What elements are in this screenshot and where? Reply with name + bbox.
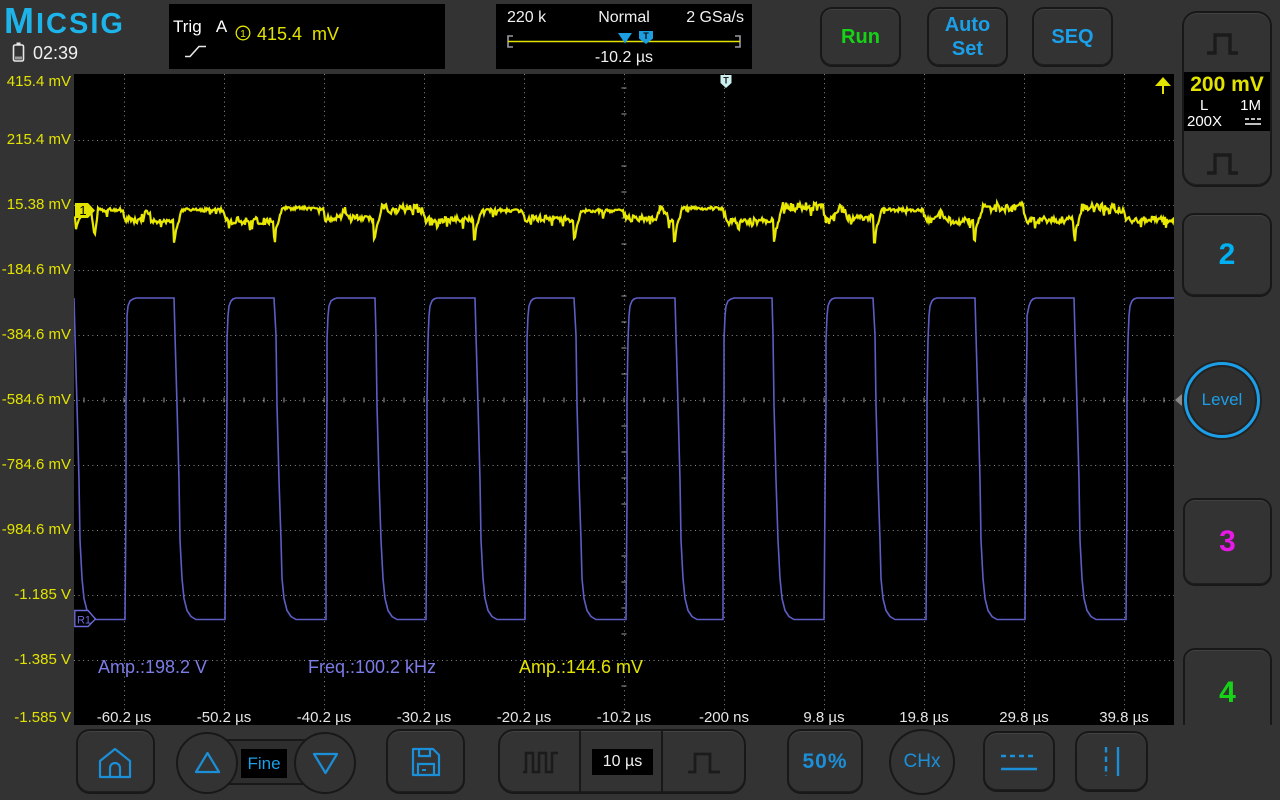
- svg-text:39.8 µs: 39.8 µs: [1099, 709, 1149, 725]
- svg-text:1: 1: [79, 203, 86, 218]
- svg-text:-50.2 µs: -50.2 µs: [197, 709, 252, 725]
- svg-text:Freq.:100.2 kHz: Freq.:100.2 kHz: [308, 657, 436, 677]
- svg-text:-20.2 µs: -20.2 µs: [497, 709, 552, 725]
- svg-text:Amp.:144.6 mV: Amp.:144.6 mV: [519, 657, 643, 677]
- svg-text:R1: R1: [77, 615, 91, 627]
- svg-text:9.8 µs: 9.8 µs: [803, 709, 844, 725]
- svg-text:T: T: [723, 76, 729, 86]
- svg-text:-200 ns: -200 ns: [699, 709, 749, 725]
- svg-text:-60.2 µs: -60.2 µs: [97, 709, 152, 725]
- svg-text:T: T: [643, 31, 649, 41]
- svg-text:29.8 µs: 29.8 µs: [999, 709, 1049, 725]
- svg-text:-40.2 µs: -40.2 µs: [297, 709, 352, 725]
- svg-text:19.8 µs: 19.8 µs: [899, 709, 949, 725]
- svg-text:1: 1: [240, 29, 246, 40]
- svg-text:-30.2 µs: -30.2 µs: [397, 709, 452, 725]
- svg-text:-10.2 µs: -10.2 µs: [597, 709, 652, 725]
- svg-text:Amp.:198.2 V: Amp.:198.2 V: [98, 657, 207, 677]
